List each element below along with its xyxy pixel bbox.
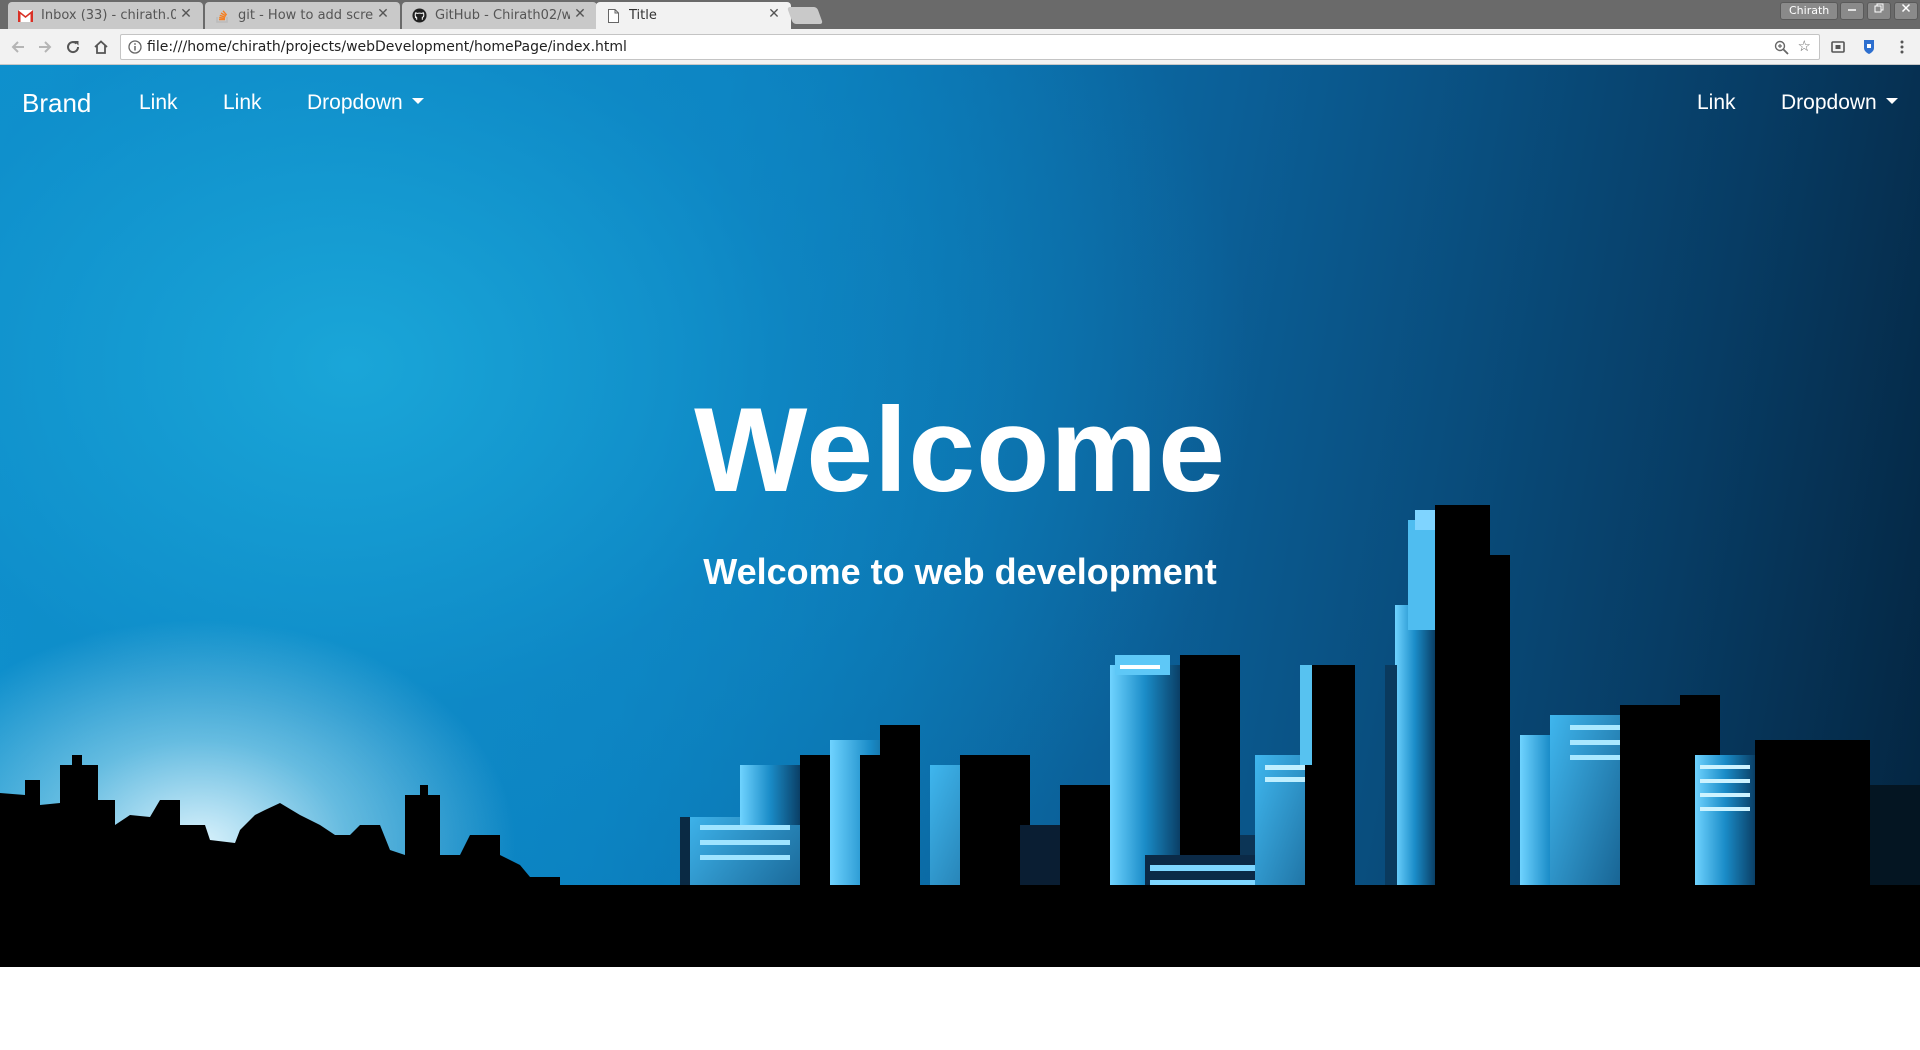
- tab-gmail[interactable]: Inbox (33) - chirath.02@ ✕: [8, 2, 203, 29]
- nav-dropdown-right[interactable]: Dropdown: [1781, 89, 1898, 117]
- nav-link-2[interactable]: Link: [223, 89, 262, 117]
- stackoverflow-icon: [215, 8, 230, 23]
- tab-title: Inbox (33) - chirath.02@: [41, 8, 176, 23]
- nav-dropdown-left[interactable]: Dropdown: [307, 89, 424, 117]
- reload-icon[interactable]: [63, 37, 83, 57]
- restore-icon[interactable]: [1867, 2, 1891, 20]
- tab-title: GitHub - Chirath02/web: [435, 8, 570, 23]
- navbar: Brand Link Link Dropdown Link Dropdown: [0, 65, 1920, 145]
- hero-title: Welcome: [694, 383, 1226, 517]
- page-viewport: Brand Link Link Dropdown Link Dropdown W…: [0, 65, 1920, 1050]
- back-icon[interactable]: [8, 37, 28, 57]
- gmail-icon: [18, 8, 33, 23]
- profile-button[interactable]: Chirath: [1780, 2, 1839, 20]
- hero-section: Brand Link Link Dropdown Link Dropdown W…: [0, 65, 1920, 967]
- extension-icon[interactable]: [1860, 37, 1878, 57]
- tab-github[interactable]: GitHub - Chirath02/web ✕: [402, 2, 597, 29]
- caret-down-icon: [411, 98, 424, 105]
- url-text: file:///home/chirath/projects/webDevelop…: [147, 39, 627, 55]
- address-bar[interactable]: file:///home/chirath/projects/webDevelop…: [120, 34, 1820, 60]
- tab-title: git - How to add screen: [238, 8, 373, 23]
- tab-close-icon[interactable]: ✕: [178, 6, 194, 22]
- close-window-icon[interactable]: [1894, 2, 1918, 20]
- navbar-brand[interactable]: Brand: [22, 85, 91, 121]
- tab-stackoverflow[interactable]: git - How to add screen ✕: [205, 2, 400, 29]
- tab-close-icon[interactable]: ✕: [375, 6, 391, 22]
- bookmark-star-icon[interactable]: ☆: [1798, 39, 1811, 55]
- tab-title-page[interactable]: Title ✕: [596, 2, 791, 29]
- minimize-icon[interactable]: [1840, 2, 1864, 20]
- hero-subtitle: Welcome to web development: [703, 551, 1217, 592]
- nav-dropdown-label: Dropdown: [307, 91, 403, 114]
- zoom-icon[interactable]: [1774, 40, 1789, 60]
- new-tab-button[interactable]: [786, 7, 824, 24]
- nav-dropdown-label: Dropdown: [1781, 91, 1877, 114]
- info-icon[interactable]: [128, 40, 142, 54]
- tab-title: Title: [629, 8, 657, 23]
- tab-close-icon[interactable]: ✕: [572, 6, 588, 22]
- forward-icon[interactable]: [35, 37, 55, 57]
- cast-icon[interactable]: [1829, 37, 1847, 57]
- browser-tabstrip: Inbox (33) - chirath.02@ ✕ git - How to …: [0, 0, 1920, 29]
- menu-kebab-icon[interactable]: [1893, 37, 1911, 57]
- nav-link-1[interactable]: Link: [139, 89, 178, 117]
- home-icon[interactable]: [91, 37, 111, 57]
- nav-link-right[interactable]: Link: [1697, 89, 1736, 117]
- caret-down-icon: [1885, 98, 1898, 105]
- tab-close-icon[interactable]: ✕: [766, 6, 782, 22]
- github-icon: [412, 8, 427, 23]
- document-icon: [606, 8, 621, 23]
- browser-toolbar: file:///home/chirath/projects/webDevelop…: [0, 29, 1920, 65]
